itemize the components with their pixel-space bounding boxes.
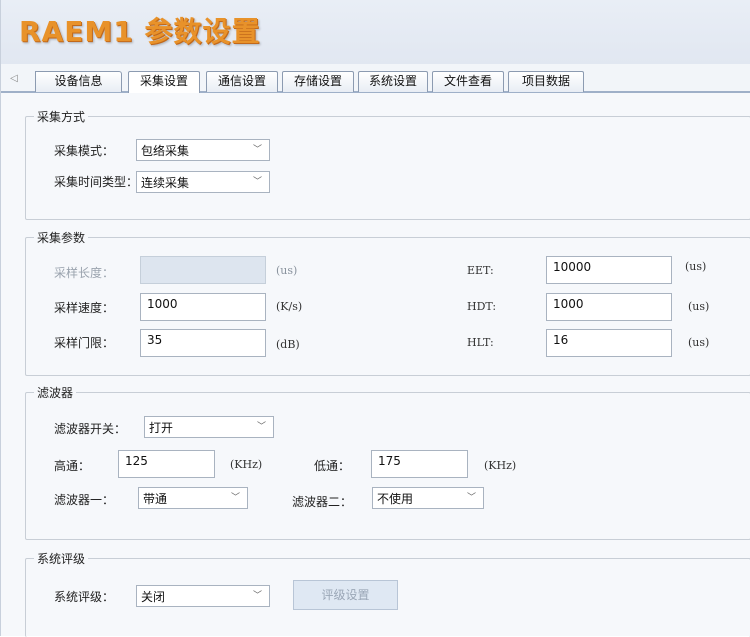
sample-speed-label: 采样速度： xyxy=(54,301,115,315)
select-value: 带通 xyxy=(143,492,168,506)
eet-input[interactable]: 10000 xyxy=(546,256,672,284)
tab-label: 设备信息 xyxy=(54,74,103,88)
tab-storage-settings[interactable]: 存储设置 xyxy=(282,71,354,92)
filter2-select[interactable]: 不使用 ﹀ xyxy=(372,487,484,509)
triangle-left-icon[interactable]: ◁ xyxy=(9,72,19,86)
tab-file-view[interactable]: 文件查看 xyxy=(432,71,504,92)
group-legend: 系统评级 xyxy=(34,550,89,567)
chevron-down-icon: ﹀ xyxy=(231,493,241,503)
time-type-select[interactable]: 连续采集 ﹀ xyxy=(136,171,270,193)
tab-content-acquisition: 采集方式 采集模式： 包络采集 ﹀ 采集时间类型： 连续采集 ﹀ 采集参数 采样… xyxy=(1,92,750,637)
group-system-rating: 系统评级 系统评级： 关闭 ﹀ 评级设置 xyxy=(25,550,750,637)
group-legend: 滤波器 xyxy=(34,384,77,401)
sample-speed-input[interactable]: 1000 xyxy=(140,293,266,321)
acquisition-mode-select[interactable]: 包络采集 ﹀ xyxy=(136,139,270,161)
title-bar: RAEM1 参数设置 xyxy=(1,0,750,64)
tab-strip: ◁ 设备信息 采集设置 通信设置 存储设置 系统设置 文件查看 项目数据 xyxy=(1,68,750,93)
hlt-input[interactable]: 16 xyxy=(546,329,672,357)
hlt-unit: (us) xyxy=(688,336,710,349)
hlt-label: HLT: xyxy=(467,336,494,349)
chevron-down-icon: ﹀ xyxy=(253,177,263,187)
select-value: 打开 xyxy=(149,421,174,435)
highpass-input[interactable]: 125 xyxy=(118,450,215,478)
sample-length-unit: (us) xyxy=(276,264,298,277)
tab-acquisition-settings[interactable]: 采集设置 xyxy=(128,71,200,93)
eet-label: EET: xyxy=(467,264,494,277)
chevron-down-icon: ﹀ xyxy=(253,145,263,155)
tab-label: 存储设置 xyxy=(293,74,342,88)
highpass-unit: (KHz) xyxy=(230,458,263,471)
hdt-input[interactable]: 1000 xyxy=(546,293,672,321)
time-type-label: 采集时间类型： xyxy=(54,175,139,189)
group-acquisition-mode: 采集方式 采集模式： 包络采集 ﹀ 采集时间类型： 连续采集 ﹀ xyxy=(25,108,750,220)
sample-threshold-unit: (dB) xyxy=(276,338,300,351)
group-legend: 采集参数 xyxy=(34,229,89,246)
chevron-down-icon: ﹀ xyxy=(257,422,267,432)
group-legend: 采集方式 xyxy=(34,108,89,125)
group-acquisition-params: 采集参数 采样长度： (us) 采样速度： 1000 (K/s) 采样门限： 3… xyxy=(25,229,750,376)
eet-unit: (us) xyxy=(685,260,707,273)
filter1-select[interactable]: 带通 ﹀ xyxy=(138,487,248,509)
system-rating-select[interactable]: 关闭 ﹀ xyxy=(136,585,270,607)
tab-project-data[interactable]: 项目数据 xyxy=(508,71,584,92)
app-title: RAEM1 参数设置 xyxy=(19,15,261,48)
chevron-down-icon: ﹀ xyxy=(253,591,263,601)
lowpass-unit: (KHz) xyxy=(484,459,517,472)
highpass-label: 高通： xyxy=(54,459,91,473)
tab-device-info[interactable]: 设备信息 xyxy=(35,71,122,92)
filter2-label: 滤波器二： xyxy=(292,495,353,509)
lowpass-label: 低通： xyxy=(314,459,351,473)
chevron-down-icon: ﹀ xyxy=(467,493,477,503)
group-filter: 滤波器 滤波器开关： 打开 ﹀ 高通： 125 (KHz) 低通： 175 (K… xyxy=(25,384,750,540)
rating-settings-button[interactable]: 评级设置 xyxy=(293,580,398,610)
filter1-label: 滤波器一： xyxy=(54,493,115,507)
hdt-unit: (us) xyxy=(688,300,710,313)
filter-switch-select[interactable]: 打开 ﹀ xyxy=(144,416,274,438)
select-value: 不使用 xyxy=(377,492,414,506)
filter-switch-label: 滤波器开关： xyxy=(54,422,127,436)
sample-threshold-input[interactable]: 35 xyxy=(140,329,266,357)
lowpass-input[interactable]: 175 xyxy=(371,450,468,478)
hdt-label: HDT: xyxy=(467,300,497,313)
sample-length-label: 采样长度： xyxy=(54,266,115,280)
sample-speed-unit: (K/s) xyxy=(276,300,303,313)
tab-label: 采集设置 xyxy=(139,74,188,88)
select-value: 连续采集 xyxy=(141,176,190,190)
sample-threshold-label: 采样门限： xyxy=(54,336,115,350)
system-rating-label: 系统评级： xyxy=(54,590,115,604)
tab-label: 文件查看 xyxy=(443,74,492,88)
settings-window: RAEM1 参数设置 ◁ 设备信息 采集设置 通信设置 存储设置 系统设置 文件… xyxy=(0,0,750,637)
tab-system-settings[interactable]: 系统设置 xyxy=(358,71,428,92)
tab-label: 通信设置 xyxy=(217,74,266,88)
select-value: 关闭 xyxy=(141,590,166,604)
sample-length-input[interactable] xyxy=(140,256,266,284)
select-value: 包络采集 xyxy=(141,144,190,158)
tab-label: 项目数据 xyxy=(521,74,570,88)
tab-label: 系统设置 xyxy=(368,74,417,88)
acquisition-mode-label: 采集模式： xyxy=(54,144,115,158)
tab-communication-settings[interactable]: 通信设置 xyxy=(206,71,278,92)
